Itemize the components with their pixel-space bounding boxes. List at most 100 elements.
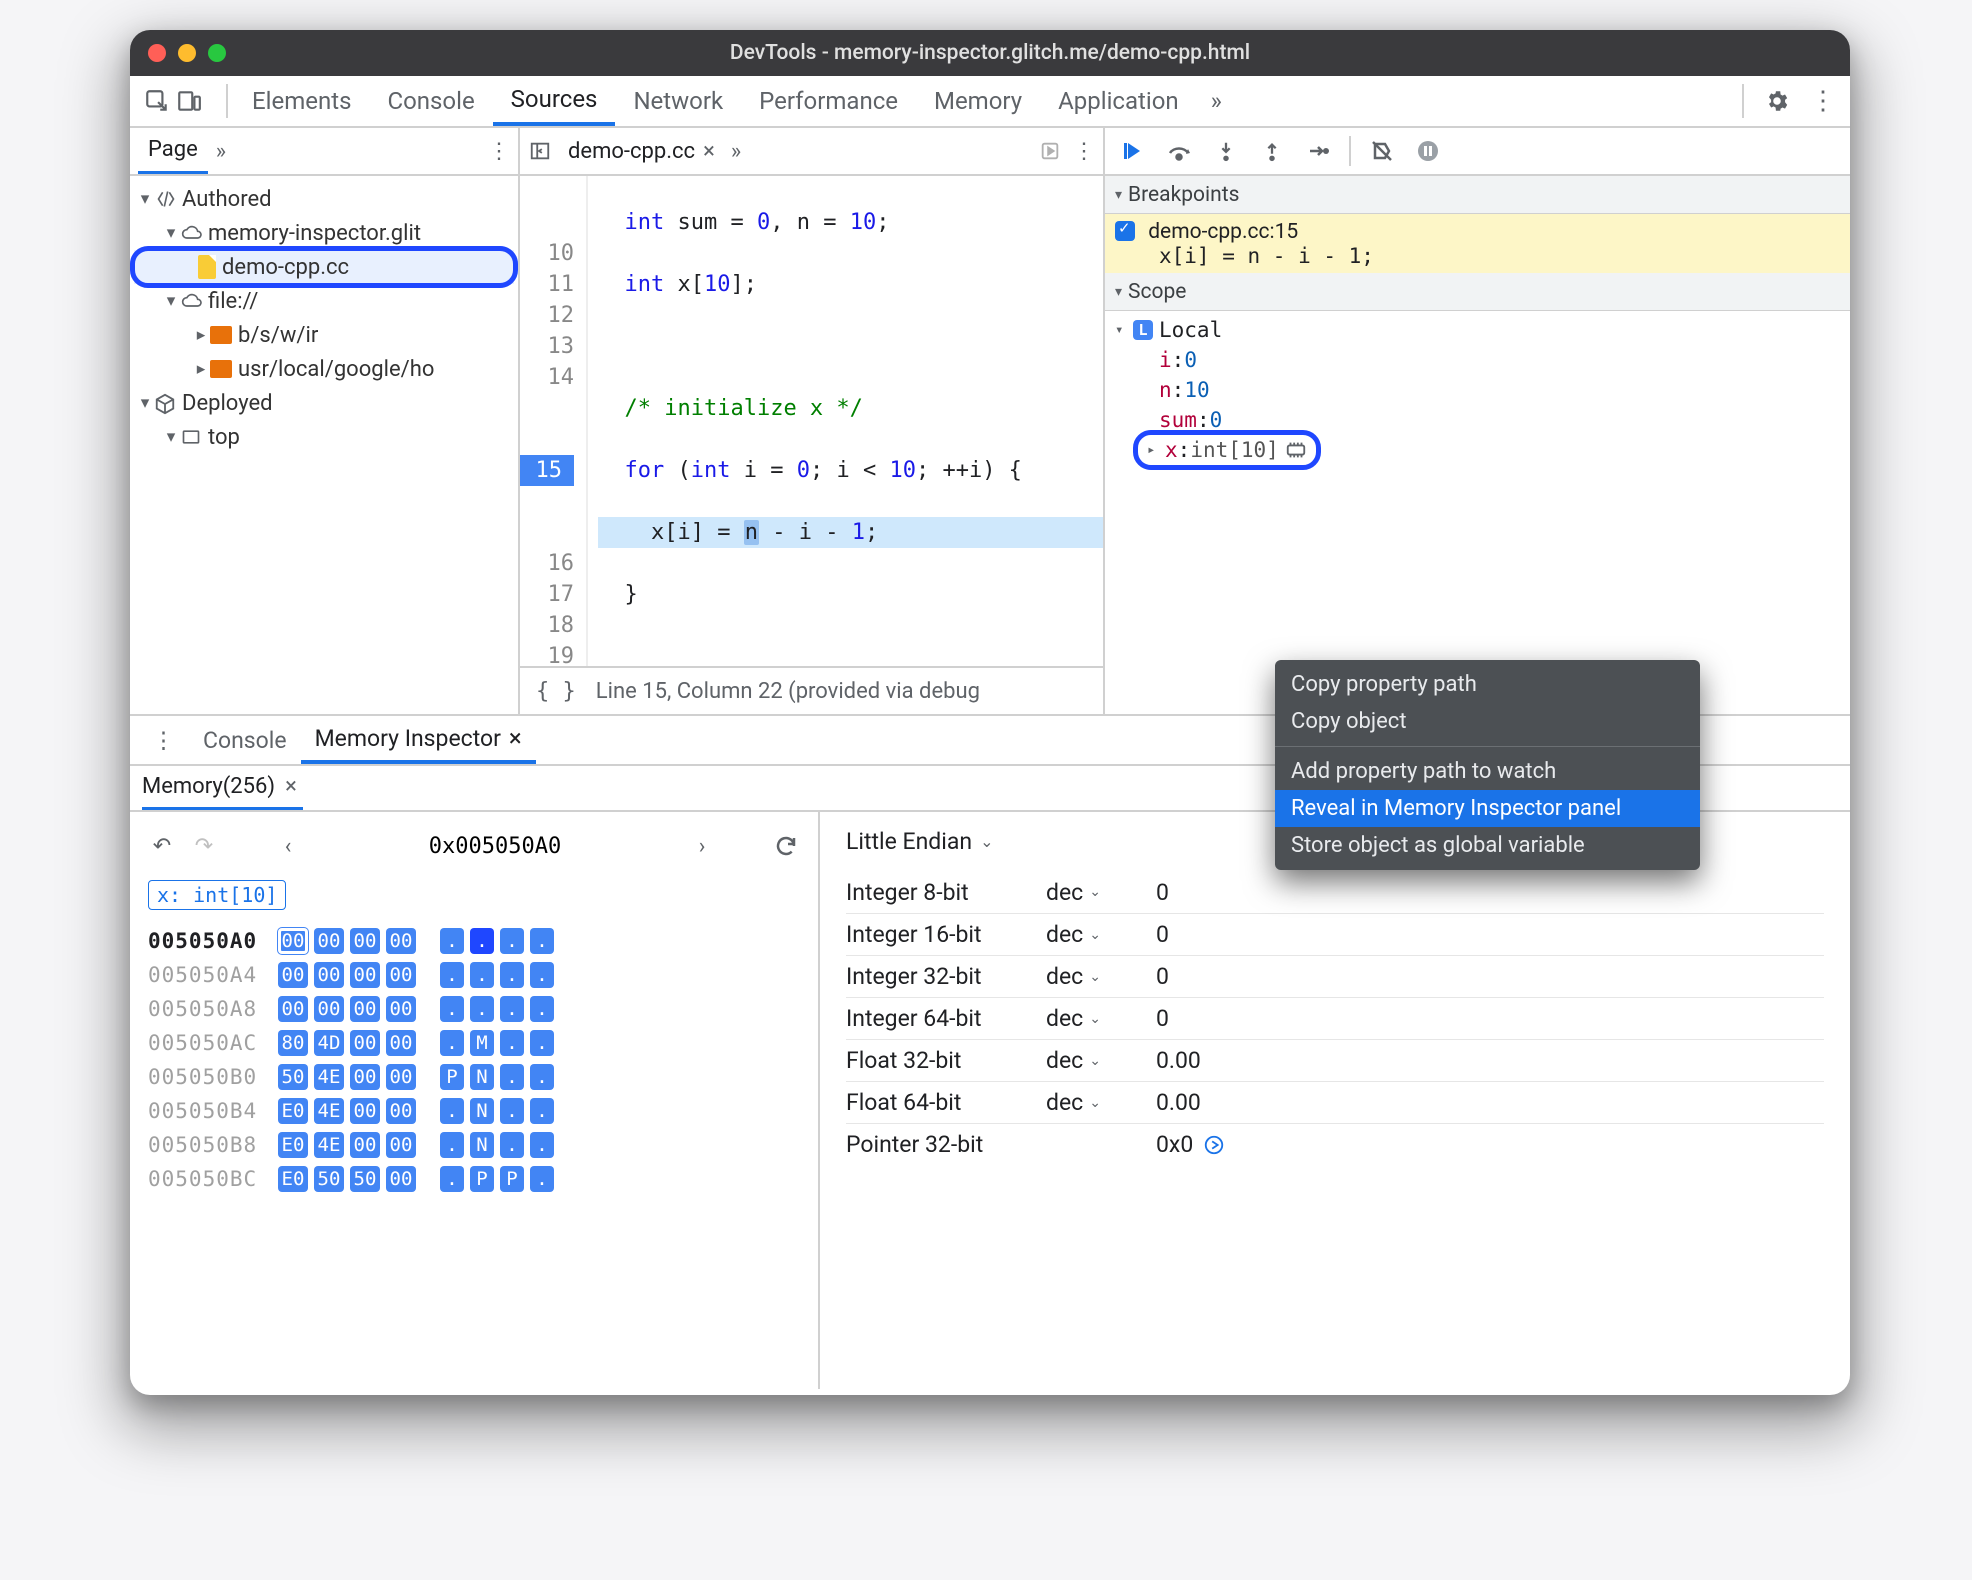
more-tabs-icon[interactable]: »	[1203, 87, 1230, 115]
breakpoint-item[interactable]: demo-cpp.cc:15 x[i] = n - i - 1;	[1105, 214, 1850, 273]
hex-byte[interactable]: 00	[278, 962, 308, 988]
hex-byte[interactable]: 00	[350, 962, 380, 988]
hex-byte[interactable]: E0	[278, 1132, 308, 1158]
hex-byte[interactable]: 00	[278, 928, 308, 954]
kebab-menu-icon[interactable]: ⋮	[1810, 86, 1836, 116]
scope-var-x[interactable]: ▸ x: int[10]	[1139, 436, 1315, 464]
tab-memory[interactable]: Memory	[916, 76, 1040, 126]
minimize-window-icon[interactable]	[178, 44, 196, 62]
value-format-selector[interactable]: dec⌄	[1046, 1047, 1156, 1074]
hex-row[interactable]: 005050A400000000....	[148, 958, 800, 992]
close-window-icon[interactable]	[148, 44, 166, 62]
pause-icon[interactable]	[1409, 132, 1447, 170]
hex-byte[interactable]: 50	[278, 1064, 308, 1090]
hex-byte[interactable]: 00	[350, 928, 380, 954]
refresh-icon[interactable]	[772, 834, 800, 858]
hex-byte[interactable]: 00	[350, 1098, 380, 1124]
context-menu-item[interactable]: Copy object	[1275, 703, 1700, 740]
hex-byte[interactable]: 00	[386, 1166, 416, 1192]
hex-byte[interactable]: 4D	[314, 1030, 344, 1056]
code-editor[interactable]: 1011121314 15 1617181920 int sum = 0, n …	[520, 176, 1103, 666]
hex-byte[interactable]: 00	[386, 1098, 416, 1124]
editor-tab-demo-cpp[interactable]: demo-cpp.cc ×	[564, 139, 719, 164]
hex-byte[interactable]: 80	[278, 1030, 308, 1056]
hex-table[interactable]: 005050A000000000....005050A400000000....…	[148, 924, 800, 1196]
tree-file-demo-cpp[interactable]: demo-cpp.cc	[222, 255, 349, 280]
hex-row[interactable]: 005050B8E04E0000.N..	[148, 1128, 800, 1162]
memory-object-chip[interactable]: x: int[10]	[148, 880, 286, 910]
step-icon[interactable]	[1299, 132, 1337, 170]
hex-byte[interactable]: 00	[350, 1030, 380, 1056]
hex-byte[interactable]: 00	[386, 1132, 416, 1158]
jump-to-address-icon[interactable]	[1203, 1134, 1225, 1156]
settings-gear-icon[interactable]	[1764, 88, 1790, 114]
toggle-navigator-icon[interactable]	[528, 140, 552, 162]
code-body[interactable]: int sum = 0, n = 10; int x[10]; /* initi…	[588, 176, 1103, 666]
scope-header[interactable]: Scope	[1105, 273, 1850, 311]
step-over-icon[interactable]	[1161, 132, 1199, 170]
context-menu-item[interactable]: Reveal in Memory Inspector panel	[1275, 790, 1700, 827]
context-menu-item[interactable]: Copy property path	[1275, 666, 1700, 703]
hex-byte[interactable]: 00	[350, 1064, 380, 1090]
hex-byte[interactable]: E0	[278, 1098, 308, 1124]
tree-top-frame[interactable]: top	[208, 425, 240, 450]
hex-byte[interactable]: 4E	[314, 1064, 344, 1090]
undo-icon[interactable]: ↶	[148, 834, 176, 859]
deactivate-breakpoints-icon[interactable]	[1363, 132, 1401, 170]
hex-row[interactable]: 005050B0504E0000PN..	[148, 1060, 800, 1094]
value-format-selector[interactable]: dec⌄	[1046, 963, 1156, 990]
maximize-window-icon[interactable]	[208, 44, 226, 62]
next-page-icon[interactable]: ›	[688, 834, 716, 859]
tree-file-scheme[interactable]: file://	[208, 289, 258, 314]
window-controls[interactable]	[130, 44, 226, 62]
prev-page-icon[interactable]: ‹	[274, 834, 302, 859]
hex-byte[interactable]: 00	[350, 1132, 380, 1158]
close-tab-icon[interactable]: ×	[703, 139, 715, 164]
memory-tab[interactable]: Memory(256) ×	[142, 766, 303, 810]
hex-byte[interactable]: 00	[386, 1064, 416, 1090]
hex-byte[interactable]: 4E	[314, 1132, 344, 1158]
close-icon[interactable]: ×	[285, 774, 297, 799]
hex-byte[interactable]: 00	[386, 996, 416, 1022]
tab-application[interactable]: Application	[1040, 76, 1197, 126]
tab-console[interactable]: Console	[369, 76, 492, 126]
step-into-icon[interactable]	[1207, 132, 1245, 170]
tab-elements[interactable]: Elements	[234, 76, 369, 126]
hex-byte[interactable]: 00	[386, 962, 416, 988]
value-format-selector[interactable]: dec⌄	[1046, 921, 1156, 948]
tab-network[interactable]: Network	[615, 76, 741, 126]
navigator-more-tabs-icon[interactable]: »	[208, 139, 234, 164]
context-menu-item[interactable]: Store object as global variable	[1275, 827, 1700, 864]
close-tab-icon[interactable]: ×	[509, 724, 522, 752]
editor-more-tabs-icon[interactable]: »	[731, 139, 741, 164]
tree-domain-label[interactable]: memory-inspector.glit	[208, 221, 421, 246]
hex-byte[interactable]: 00	[386, 928, 416, 954]
redo-icon[interactable]: ↷	[190, 834, 218, 859]
resume-icon[interactable]	[1115, 132, 1153, 170]
hex-row[interactable]: 005050BCE0505000.PP.	[148, 1162, 800, 1196]
tree-folder-2[interactable]: usr/local/google/ho	[238, 357, 434, 382]
value-format-selector[interactable]: dec⌄	[1046, 1089, 1156, 1116]
context-menu-item[interactable]: Add property path to watch	[1275, 753, 1700, 790]
memory-icon[interactable]	[1285, 441, 1307, 459]
hex-row[interactable]: 005050A800000000....	[148, 992, 800, 1026]
device-emulation-icon[interactable]	[176, 88, 202, 114]
tree-folder-1[interactable]: b/s/w/ir	[238, 323, 318, 348]
hex-byte[interactable]: 50	[314, 1166, 344, 1192]
hex-byte[interactable]: 50	[350, 1166, 380, 1192]
navigator-menu-icon[interactable]: ⋮	[488, 139, 510, 164]
checkbox-icon[interactable]	[1115, 221, 1135, 241]
value-format-selector[interactable]: dec⌄	[1046, 879, 1156, 906]
navigator-tab-page[interactable]: Page	[138, 128, 208, 174]
pretty-print-icon[interactable]: { }	[536, 679, 576, 704]
hex-row[interactable]: 005050B4E04E0000.N..	[148, 1094, 800, 1128]
inspect-element-icon[interactable]	[144, 88, 170, 114]
hex-byte[interactable]: 4E	[314, 1098, 344, 1124]
drawer-menu-icon[interactable]: ⋮	[138, 727, 189, 754]
tab-sources[interactable]: Sources	[493, 76, 616, 126]
hex-byte[interactable]: 00	[314, 996, 344, 1022]
hex-byte[interactable]: 00	[278, 996, 308, 1022]
drawer-tab-memory-inspector[interactable]: Memory Inspector ×	[301, 716, 536, 764]
file-tree[interactable]: ▾ Authored ▾ memory-inspector.glit demo-…	[130, 176, 518, 460]
hex-byte[interactable]: 00	[386, 1030, 416, 1056]
